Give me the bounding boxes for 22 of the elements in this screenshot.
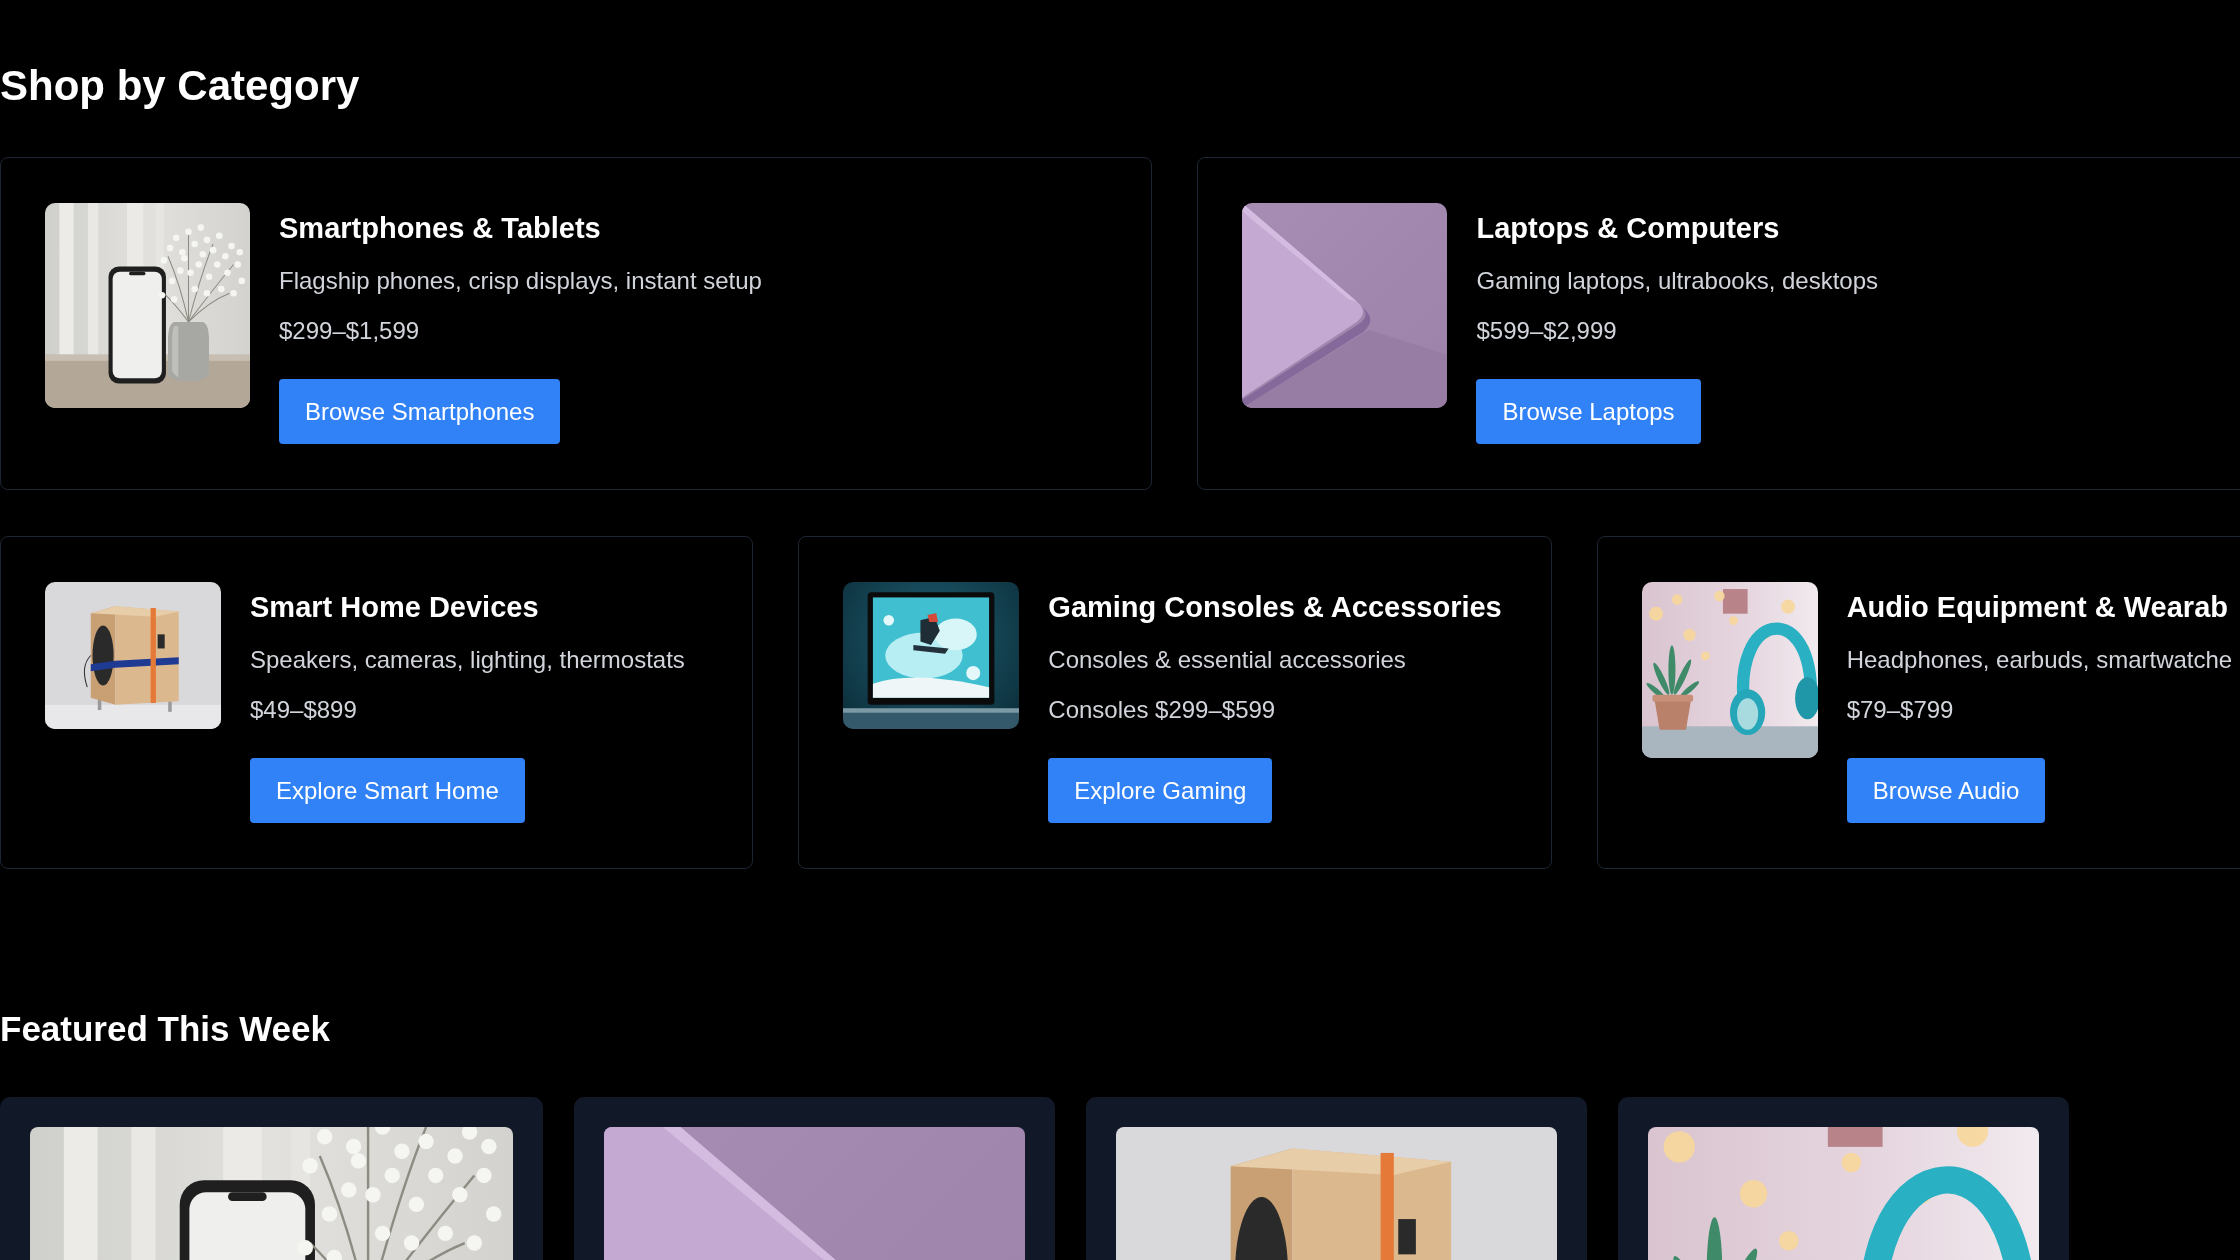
section-heading: Shop by Category bbox=[0, 61, 360, 111]
category-title: Smartphones & Tablets bbox=[279, 211, 601, 247]
category-description: Flagship phones, crisp displays, instant setup bbox=[279, 266, 762, 297]
category-title: Laptops & Computers bbox=[1476, 211, 1780, 247]
category-button[interactable]: Explore Gaming bbox=[1048, 758, 1273, 824]
category-button[interactable]: Explore Smart Home bbox=[250, 758, 525, 824]
category-button[interactable]: Browse Smartphones bbox=[279, 379, 561, 445]
category-description: Consoles & essential accessories bbox=[1048, 645, 1406, 676]
price-range: $299–$1,599 bbox=[279, 316, 420, 347]
category-title: Gaming Consoles & Accessories bbox=[1048, 590, 1502, 626]
category-description: Gaming laptops, ultrabooks, desktops bbox=[1476, 266, 1879, 297]
category-button[interactable]: Browse Laptops bbox=[1476, 379, 1701, 445]
category-button[interactable]: Browse Audio bbox=[1846, 758, 2046, 824]
price-range: Consoles $299–$599 bbox=[1048, 695, 1276, 726]
section-heading: Featured This Week bbox=[0, 1008, 330, 1051]
category-title: Audio Equipment & Wearab bbox=[1846, 590, 2228, 626]
category-title: Smart Home Devices bbox=[250, 590, 539, 626]
price-range: $79–$799 bbox=[1846, 695, 1954, 726]
category-description: Headphones, earbuds, smartwatche bbox=[1846, 645, 2233, 676]
price-range: $599–$2,999 bbox=[1476, 316, 1617, 347]
price-range: $49–$899 bbox=[250, 695, 357, 726]
category-description: Speakers, cameras, lighting, thermostats bbox=[250, 645, 685, 676]
